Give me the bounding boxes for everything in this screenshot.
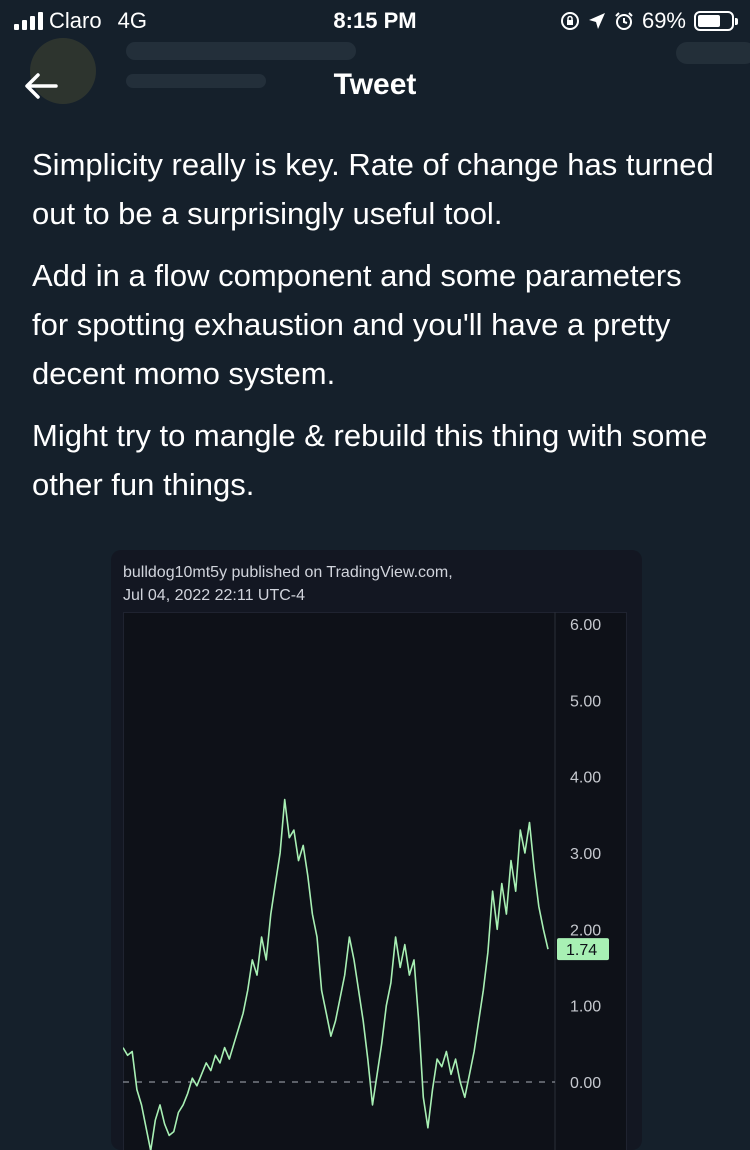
y-tick-label: 6.00 <box>570 617 601 634</box>
y-tick-label: 0.00 <box>570 1075 601 1092</box>
chart-attribution: bulldog10mt5y published on TradingView.c… <box>123 561 453 607</box>
battery-icon <box>694 11 738 31</box>
nav-header: Tweet <box>0 42 750 128</box>
status-bar: Claro 4G 8:15 PM 69% <box>0 0 750 42</box>
series-line <box>123 798 549 1150</box>
chart-publisher: bulldog10mt5y published on TradingView.c… <box>123 564 453 581</box>
y-tick-label: 5.00 <box>570 693 601 710</box>
chart-date: Jul 04, 2022 22:11 UTC-4 <box>123 587 306 604</box>
tweet-paragraph: Add in a flow component and some paramet… <box>32 258 682 391</box>
battery-percent: 69% <box>641 8 686 33</box>
page-title: Tweet <box>333 68 417 101</box>
y-tick-label: 4.00 <box>570 770 601 787</box>
location-arrow-icon <box>588 13 605 29</box>
alarm-icon <box>615 12 633 30</box>
y-tick-label: 2.00 <box>570 922 601 939</box>
rotation-lock-icon <box>560 12 579 30</box>
last-value-label: 1.74 <box>566 942 597 959</box>
y-tick-label: 1.00 <box>570 999 601 1016</box>
chart-svg: 6.00 5.00 4.00 3.00 2.00 1.00 0.00 1.74 <box>123 612 609 1150</box>
tweet-media-chart[interactable]: bulldog10mt5y published on TradingView.c… <box>111 550 642 1150</box>
tweet-text: Simplicity really is key. Rate of change… <box>32 140 722 522</box>
status-right: 69% <box>560 8 738 34</box>
tweet-paragraph: Might try to mangle & rebuild this thing… <box>32 418 708 502</box>
y-tick-label: 3.00 <box>570 846 601 863</box>
tweet-paragraph: Simplicity really is key. Rate of change… <box>32 147 714 231</box>
